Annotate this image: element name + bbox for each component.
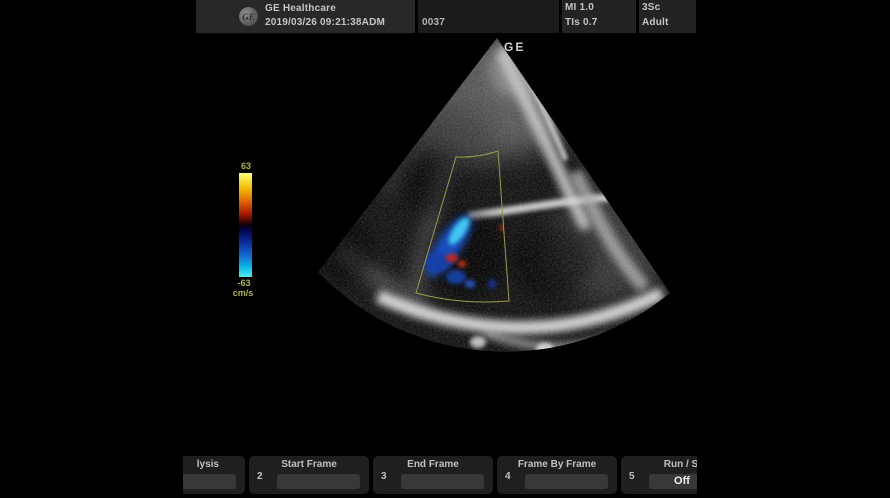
softkey-analysis[interactable]: lysis [183, 456, 245, 494]
softkey-label: lysis [183, 459, 245, 470]
softkey-label: Start Frame [249, 459, 369, 470]
softkey-value[interactable]: Off [649, 474, 697, 489]
velocity-colorbar [239, 173, 252, 277]
softkey-number: 2 [257, 471, 263, 482]
softkey-value[interactable] [277, 474, 360, 489]
softkey-label: Run / S [621, 459, 697, 470]
softkey-value[interactable] [401, 474, 484, 489]
bmode-tissue [280, 30, 700, 390]
colorbar-unit-label: cm/s [226, 288, 260, 298]
softkey-value[interactable] [525, 474, 608, 489]
softkey-number: 5 [629, 471, 635, 482]
softkey-start-frame[interactable]: Start Frame 2 [249, 456, 369, 494]
colorbar-max-label: 63 [229, 161, 263, 171]
softkey-label: Frame By Frame [497, 459, 617, 470]
softkey-bar: lysis Start Frame 2 End Frame 3 Frame By… [183, 454, 697, 496]
softkey-end-frame[interactable]: End Frame 3 [373, 456, 493, 494]
softkey-frame-by-frame[interactable]: Frame By Frame 4 [497, 456, 617, 494]
ultrasound-sector-image [0, 0, 890, 440]
colorbar-min-label: -63 [227, 278, 261, 288]
softkey-value[interactable] [183, 474, 236, 489]
softkey-run-stop[interactable]: Run / S 5 Off [621, 456, 697, 494]
vendor-watermark: GE [504, 40, 525, 54]
softkey-number: 3 [381, 471, 387, 482]
softkey-label: End Frame [373, 459, 493, 470]
softkey-number: 4 [505, 471, 511, 482]
